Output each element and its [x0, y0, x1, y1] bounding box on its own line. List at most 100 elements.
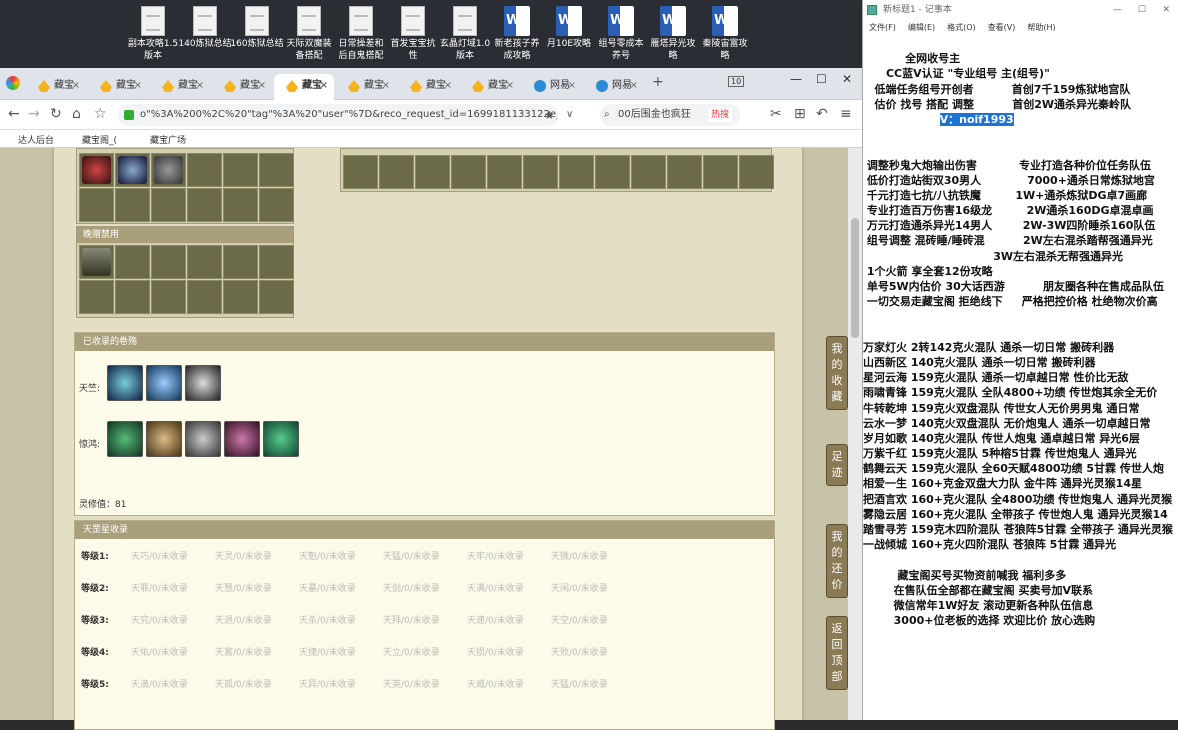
minimize-button[interactable]: —	[1113, 0, 1122, 20]
tab-close-icon[interactable]: ×	[506, 74, 514, 98]
inventory-slot[interactable]	[187, 245, 222, 279]
inventory-slot[interactable]	[115, 153, 150, 187]
desktop-file-icon[interactable]: W 新老孩子养 成攻略	[490, 6, 544, 62]
inventory-slot[interactable]	[223, 245, 258, 279]
inventory-slot[interactable]	[115, 245, 150, 279]
tab-close-icon[interactable]: ×	[258, 74, 266, 98]
menu-icon[interactable]: ≡	[840, 106, 852, 122]
inventory-slot[interactable]	[259, 153, 294, 187]
inventory-slot[interactable]	[151, 153, 186, 187]
inventory-slot[interactable]	[739, 155, 774, 189]
tab-close-icon[interactable]: ×	[568, 74, 576, 98]
minimize-button[interactable]: —	[790, 72, 802, 86]
page-scrollbar[interactable]	[848, 148, 862, 720]
collected-item-icon[interactable]	[185, 421, 221, 457]
inventory-slot[interactable]	[115, 280, 150, 314]
collected-item-icon[interactable]	[107, 421, 143, 457]
inventory-slot[interactable]	[259, 245, 294, 279]
inventory-slot[interactable]	[379, 155, 414, 189]
extensions-icon[interactable]: ⊞	[794, 106, 806, 122]
desktop-file-icon[interactable]: W 月10E攻略	[542, 6, 596, 50]
notepad-text-area[interactable]: 全网收号主 CC蓝V认证 "专业组号 主(组号)" 低端任务组号开创者 首创7千…	[863, 36, 1178, 628]
star-icon[interactable]: ★	[544, 108, 555, 122]
tab-close-icon[interactable]: ×	[196, 74, 204, 98]
bookmark-item[interactable]: 达人后台	[18, 133, 54, 146]
inventory-slot[interactable]	[79, 280, 114, 314]
collected-item-icon[interactable]	[224, 421, 260, 457]
inventory-slot[interactable]	[187, 188, 222, 222]
collected-item-icon[interactable]	[107, 365, 143, 401]
notepad-menu-item[interactable]: 帮助(H)	[1027, 23, 1055, 32]
undo-icon[interactable]: ↶	[816, 106, 828, 122]
home-icon[interactable]: ⌂	[72, 106, 81, 122]
tab-close-icon[interactable]: ×	[134, 74, 142, 98]
collected-item-icon[interactable]	[146, 421, 182, 457]
browser-tab[interactable]: 藏宝 ×	[212, 74, 272, 100]
side-nav-button[interactable]: 足 迹	[826, 444, 848, 486]
tab-close-icon[interactable]: ×	[444, 74, 452, 98]
maximize-button[interactable]: ☐	[816, 72, 827, 86]
search-box[interactable]: ⌕ 00后围金也疯狂 热搜	[600, 104, 740, 126]
inventory-slot[interactable]	[79, 188, 114, 222]
inventory-slot[interactable]	[223, 188, 258, 222]
browser-tab[interactable]: 藏宝 ×	[88, 74, 148, 100]
browser-tab[interactable]: 网易 ×	[522, 74, 582, 100]
desktop-file-icon[interactable]: 首发宝宝抗 性	[386, 6, 440, 62]
inventory-slot[interactable]	[259, 280, 294, 314]
inventory-slot[interactable]	[187, 153, 222, 187]
collected-item-icon[interactable]	[185, 365, 221, 401]
inventory-slot[interactable]	[451, 155, 486, 189]
tab-count-badge[interactable]: 10	[728, 76, 745, 87]
notepad-menu-item[interactable]: 查看(V)	[988, 23, 1016, 32]
browser-tab[interactable]: 藏宝 ×	[398, 74, 458, 100]
inventory-slot[interactable]	[259, 188, 294, 222]
dropdown-icon[interactable]: ∨	[566, 109, 573, 120]
bookmark-item[interactable]: 藏宝广场	[150, 133, 186, 146]
tab-close-icon[interactable]: ×	[382, 74, 390, 98]
inventory-slot[interactable]	[79, 153, 114, 187]
inventory-slot[interactable]	[487, 155, 522, 189]
desktop-file-icon[interactable]: W 雁塔异光攻 略	[646, 6, 700, 62]
desktop-file-icon[interactable]: 副本攻略1.5 版本	[126, 6, 180, 62]
browser-tab[interactable]: 藏宝 ×	[150, 74, 210, 100]
new-tab-button[interactable]: +	[652, 74, 664, 90]
back-icon[interactable]: ←	[8, 106, 20, 122]
desktop-file-icon[interactable]: 160炼狱总结	[230, 6, 284, 50]
close-window-button[interactable]: ✕	[842, 72, 852, 86]
address-bar[interactable]: o"%3A%200%2C%20"tag"%3A%20"user"%7D&reco…	[118, 104, 558, 126]
browser-tab[interactable]: 藏宝 ×	[274, 74, 334, 100]
hot-search-badge[interactable]: 热搜	[707, 108, 732, 122]
desktop-file-icon[interactable]: 玄晶灯域1.0 版本	[438, 6, 492, 62]
inventory-slot[interactable]	[223, 153, 258, 187]
inventory-slot[interactable]	[151, 245, 186, 279]
browser-tab[interactable]: 藏宝 ×	[460, 74, 520, 100]
browser-tab[interactable]: 网易 ×	[584, 74, 644, 100]
inventory-slot[interactable]	[223, 280, 258, 314]
side-nav-button[interactable]: 我 的 收 藏	[826, 336, 848, 410]
notepad-menu-item[interactable]: 格式(O)	[947, 23, 976, 32]
maximize-button[interactable]: ☐	[1138, 0, 1146, 20]
inventory-slot[interactable]	[559, 155, 594, 189]
inventory-slot[interactable]	[631, 155, 666, 189]
collected-item-icon[interactable]	[263, 421, 299, 457]
inventory-slot[interactable]	[595, 155, 630, 189]
notepad-menu-item[interactable]: 文件(F)	[869, 23, 896, 32]
notepad-menu-item[interactable]: 编辑(E)	[908, 23, 935, 32]
desktop-file-icon[interactable]: 天际双魔装 备搭配	[282, 6, 336, 62]
inventory-slot[interactable]	[667, 155, 702, 189]
tab-close-icon[interactable]: ×	[320, 74, 328, 98]
inventory-slot[interactable]	[703, 155, 738, 189]
inventory-slot[interactable]	[115, 188, 150, 222]
browser-logo-icon[interactable]	[6, 76, 20, 90]
browser-tab[interactable]: 藏宝 ×	[26, 74, 86, 100]
desktop-file-icon[interactable]: 日常操差和 后自鬼搭配	[334, 6, 388, 62]
inventory-slot[interactable]	[523, 155, 558, 189]
inventory-slot[interactable]	[79, 245, 114, 279]
reload-icon[interactable]: ↻	[50, 106, 62, 122]
inventory-slot[interactable]	[187, 280, 222, 314]
collected-item-icon[interactable]	[146, 365, 182, 401]
selected-text[interactable]: V：noif1993	[939, 112, 1014, 126]
browser-tab[interactable]: 藏宝 ×	[336, 74, 396, 100]
side-nav-button[interactable]: 返 回 顶 部	[826, 616, 848, 690]
forward-icon[interactable]: →	[28, 106, 40, 122]
